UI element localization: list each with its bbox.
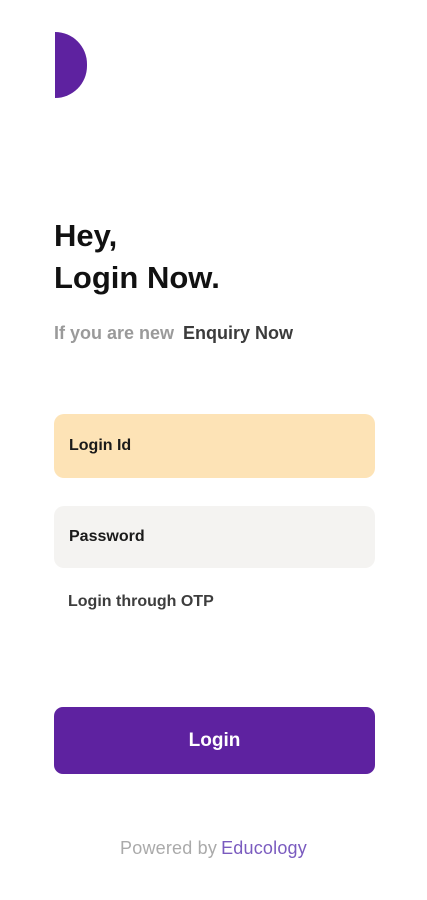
brand-name-text: Educology [221,838,307,858]
login-id-field[interactable]: Login Id [54,414,375,478]
app-logo-icon [55,32,87,98]
powered-by-text: Powered by [120,838,218,858]
greeting-line-1: Hey, [54,218,118,253]
powered-by-footer: Powered by Educology [0,838,427,859]
greeting-line-2: Login Now. [54,260,220,295]
enquiry-now-link[interactable]: Enquiry Now [183,323,293,343]
password-field[interactable]: Password [54,506,375,568]
enquiry-row: If you are new Enquiry Now [54,322,293,344]
password-placeholder: Password [69,528,145,545]
enquiry-prompt-text: If you are new [54,323,175,343]
login-button[interactable]: Login [54,707,375,774]
login-id-placeholder: Login Id [69,437,132,454]
page-title: Hey, Login Now. [54,215,220,299]
login-through-otp-link[interactable]: Login through OTP [68,593,214,611]
